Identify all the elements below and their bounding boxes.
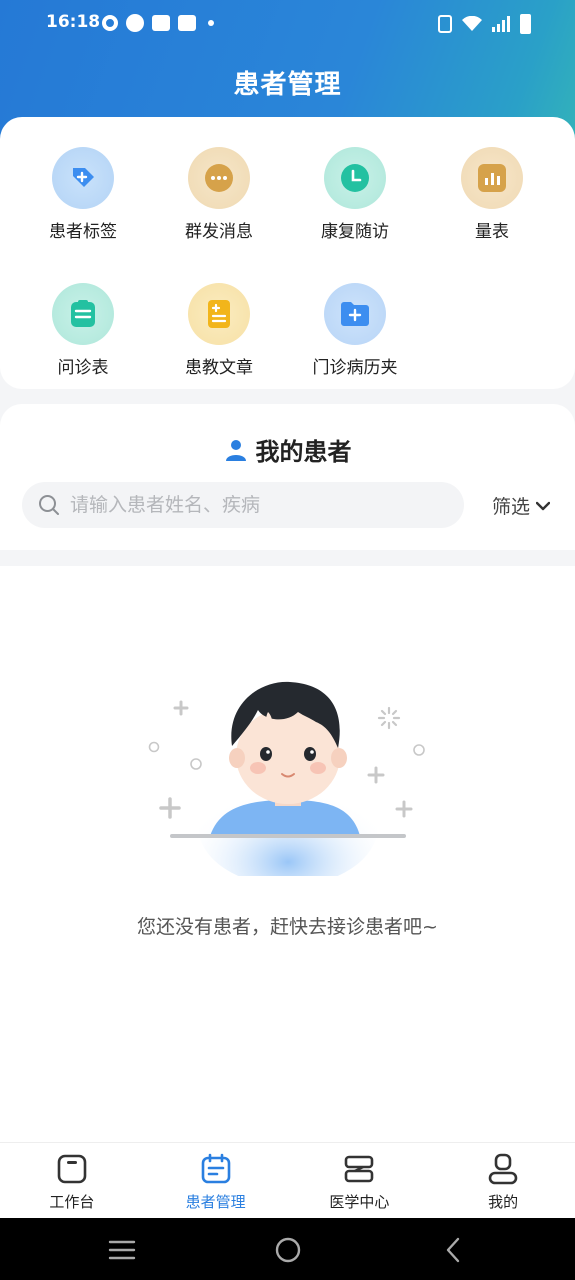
status-left-icons xyxy=(102,14,214,32)
tab-label: 患者管理 xyxy=(185,1193,246,1211)
status-bar: 16:18 xyxy=(0,0,575,48)
chevron-down-icon xyxy=(536,501,551,510)
signal-icon xyxy=(492,16,510,32)
clock-icon xyxy=(324,147,386,209)
back-icon[interactable] xyxy=(440,1236,468,1264)
profile-icon xyxy=(488,1153,518,1185)
quick-item-patient-tag[interactable]: 患者标签 xyxy=(15,147,151,242)
my-patients-card: 我的患者 筛选 xyxy=(0,404,575,550)
quick-item-consult-form[interactable]: 问诊表 xyxy=(15,283,151,378)
search-input[interactable] xyxy=(70,482,450,528)
empty-patient-illustration xyxy=(148,681,425,876)
my-patients-heading: 我的患者 xyxy=(0,432,575,467)
quick-item-rehab-followup[interactable]: 康复随访 xyxy=(287,147,423,242)
tab-mine[interactable]: 我的 xyxy=(431,1143,575,1218)
battery-icon xyxy=(520,14,531,34)
quick-item-scale[interactable]: 量表 xyxy=(424,147,560,242)
recent-apps-icon[interactable] xyxy=(108,1236,136,1264)
my-patients-title: 我的患者 xyxy=(255,438,352,466)
quick-item-label: 门诊病历夹 xyxy=(312,358,398,378)
quick-item-label: 群发消息 xyxy=(185,222,253,242)
status-right-icons xyxy=(438,14,531,34)
page-title: 患者管理 xyxy=(233,70,342,100)
workbench-icon xyxy=(57,1154,87,1184)
quick-menu-card: 患者标签 群发消息 康复随访 量表 问诊表 患教文章 门诊病历夹 xyxy=(0,117,575,389)
status-time: 16:18 xyxy=(46,12,101,32)
quick-item-label: 患者标签 xyxy=(49,222,117,242)
vibrate-icon xyxy=(438,15,452,33)
mail-icon xyxy=(152,15,170,31)
search-icon xyxy=(39,495,59,515)
tab-label: 工作台 xyxy=(49,1193,95,1211)
tab-label: 我的 xyxy=(488,1193,519,1211)
folder-icon xyxy=(324,283,386,345)
chart-icon xyxy=(461,147,523,209)
quick-item-label: 量表 xyxy=(475,222,509,242)
document-icon xyxy=(188,283,250,345)
quick-item-label: 问诊表 xyxy=(57,358,109,378)
empty-state: 您还没有患者，赶快去接诊患者吧~ xyxy=(0,566,575,1142)
settings-icon xyxy=(102,15,118,31)
quick-item-outpatient-records[interactable]: 门诊病历夹 xyxy=(287,283,423,378)
mail-icon-2 xyxy=(178,15,196,31)
quick-item-group-message[interactable]: 群发消息 xyxy=(151,147,287,242)
patient-manage-icon xyxy=(201,1153,230,1184)
app-notification-icon xyxy=(126,14,144,32)
more-notifications-icon xyxy=(208,20,214,26)
chat-dots-icon xyxy=(188,147,250,209)
medical-center-icon xyxy=(345,1155,374,1183)
person-icon xyxy=(225,440,246,461)
tag-icon xyxy=(52,147,114,209)
quick-item-label: 康复随访 xyxy=(321,222,389,242)
tab-workbench[interactable]: 工作台 xyxy=(0,1143,144,1218)
bottom-tab-bar: 工作台 患者管理 医学中心 我的 xyxy=(0,1142,575,1218)
home-icon[interactable] xyxy=(274,1236,302,1264)
filter-label: 筛选 xyxy=(492,496,531,518)
tab-patient-management[interactable]: 患者管理 xyxy=(144,1143,288,1218)
tab-label: 医学中心 xyxy=(329,1193,390,1211)
search-box[interactable] xyxy=(22,482,464,528)
clipboard-icon xyxy=(52,283,114,345)
wifi-icon xyxy=(462,16,482,31)
quick-item-label: 患教文章 xyxy=(185,358,253,378)
empty-state-text: 您还没有患者，赶快去接诊患者吧~ xyxy=(137,916,438,938)
tab-medical-center[interactable]: 医学中心 xyxy=(288,1143,432,1218)
system-navigation-bar xyxy=(0,1218,575,1280)
quick-item-patient-education[interactable]: 患教文章 xyxy=(151,283,287,378)
filter-button[interactable]: 筛选 xyxy=(492,492,551,519)
